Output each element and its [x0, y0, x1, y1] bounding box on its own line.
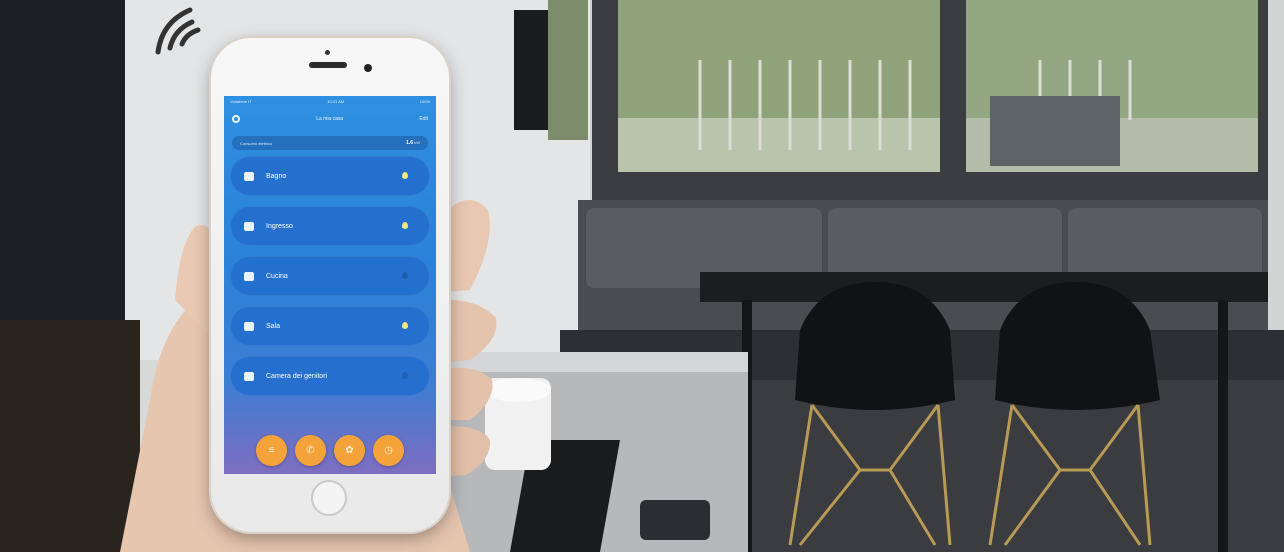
- room-item-bagno[interactable]: Bagno: [230, 156, 430, 196]
- status-carrier: Vodafone IT: [230, 98, 252, 104]
- room-label: Bagno: [266, 172, 287, 180]
- sofa-icon: [244, 321, 254, 331]
- room-label: Cucina: [266, 272, 288, 280]
- home-button[interactable]: [311, 480, 347, 516]
- status-time: 10:41 AM: [327, 98, 345, 104]
- room-item-cucina[interactable]: Cucina: [230, 256, 430, 296]
- status-bar: Vodafone IT 10:41 AM 100%: [224, 96, 436, 106]
- room-item-camera-genitori[interactable]: Camera dei genitori: [230, 356, 430, 396]
- door-icon: [244, 221, 254, 231]
- pot-icon: [244, 271, 254, 281]
- summary-label: Consumo elettrico: [240, 140, 273, 146]
- clock-icon[interactable]: ◷: [373, 434, 404, 466]
- earpiece-speaker: [309, 62, 347, 68]
- app-header: La mia casa Edit: [224, 106, 436, 132]
- smartphone: Vodafone IT 10:41 AM 100% La mia casa Ed…: [211, 38, 449, 532]
- bath-icon: [244, 171, 254, 181]
- app-screen: Vodafone IT 10:41 AM 100% La mia casa Ed…: [224, 96, 436, 474]
- room-label: Camera dei genitori: [266, 372, 328, 380]
- summary-unit: kW: [414, 140, 420, 145]
- room-item-ingresso[interactable]: Ingresso: [230, 206, 430, 246]
- front-sensor: [325, 50, 330, 55]
- room-label: Ingresso: [266, 222, 293, 230]
- phone-icon[interactable]: ✆: [295, 434, 326, 466]
- leaf-icon[interactable]: ✿: [334, 434, 365, 466]
- gear-icon[interactable]: [232, 115, 240, 123]
- energy-summary[interactable]: Consumo elettrico 1.6 kW: [232, 136, 428, 150]
- action-dock: ≡ ✆ ✿ ◷: [224, 426, 436, 474]
- edit-button[interactable]: Edit: [419, 116, 428, 122]
- status-drop-icon: [402, 322, 408, 329]
- summary-value: 1.6: [406, 140, 414, 146]
- kitchen-dining-photo: [0, 0, 1284, 552]
- background-scene: [0, 0, 1284, 552]
- room-label: Sala: [266, 322, 281, 330]
- status-drop-icon: [402, 222, 408, 229]
- front-camera: [364, 64, 372, 72]
- status-battery: 100%: [419, 98, 430, 104]
- status-drop-icon: [402, 172, 408, 179]
- status-drop-icon: [402, 372, 408, 379]
- room-item-sala[interactable]: Sala: [230, 306, 430, 346]
- status-drop-icon: [402, 272, 408, 279]
- menu-icon[interactable]: ≡: [256, 434, 287, 466]
- bed-icon: [244, 371, 254, 381]
- page-title: La mia casa: [316, 116, 344, 122]
